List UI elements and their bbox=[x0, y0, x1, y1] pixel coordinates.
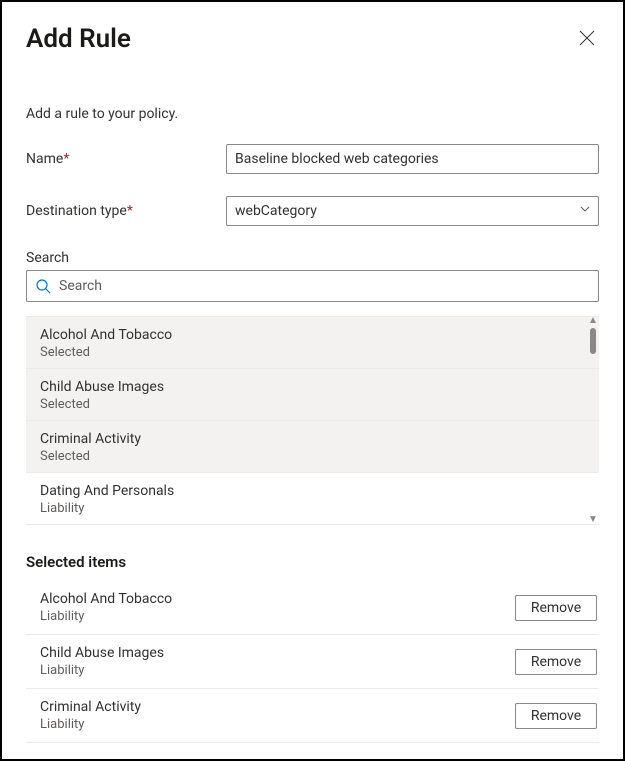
result-sub: Selected bbox=[40, 449, 585, 464]
remove-button[interactable]: Remove bbox=[515, 595, 597, 621]
results-region: Alcohol And Tobacco Selected Child Abuse… bbox=[26, 316, 599, 525]
name-input[interactable] bbox=[226, 144, 599, 174]
selected-sub: Liability bbox=[40, 663, 164, 678]
scroll-thumb[interactable] bbox=[590, 328, 596, 354]
panel-subtitle: Add a rule to your policy. bbox=[26, 106, 599, 122]
panel-title: Add Rule bbox=[26, 24, 131, 54]
search-box[interactable] bbox=[26, 270, 599, 302]
result-sub: Selected bbox=[40, 345, 585, 360]
result-item[interactable]: Child Abuse Images Selected bbox=[26, 369, 599, 421]
close-icon bbox=[579, 30, 595, 46]
required-indicator: * bbox=[63, 151, 69, 167]
result-name: Child Abuse Images bbox=[40, 379, 585, 395]
result-item[interactable]: Alcohol And Tobacco Selected bbox=[26, 317, 599, 369]
result-name: Dating And Personals bbox=[40, 483, 585, 499]
search-icon bbox=[35, 278, 51, 294]
result-sub: Liability bbox=[40, 501, 585, 516]
add-rule-panel: Add Rule Add a rule to your policy. Name… bbox=[0, 0, 625, 761]
selected-heading: Selected items bbox=[26, 553, 599, 571]
selected-name: Alcohol And Tobacco bbox=[40, 591, 172, 607]
name-row: Name* bbox=[26, 144, 599, 174]
result-name: Alcohol And Tobacco bbox=[40, 327, 585, 343]
required-indicator: * bbox=[127, 203, 133, 219]
scroll-up-icon: ▲ bbox=[588, 316, 598, 326]
destination-label: Destination type* bbox=[26, 203, 226, 219]
remove-button[interactable]: Remove bbox=[515, 703, 597, 729]
panel-header: Add Rule bbox=[26, 20, 599, 54]
selected-name: Child Abuse Images bbox=[40, 645, 164, 661]
close-button[interactable] bbox=[575, 26, 599, 50]
destination-row: Destination type* bbox=[26, 196, 599, 226]
destination-select[interactable] bbox=[226, 196, 599, 226]
result-item[interactable]: Dating And Personals Liability bbox=[26, 473, 599, 525]
selected-item: Criminal Activity Liability Remove bbox=[26, 689, 599, 743]
destination-select-wrap bbox=[226, 196, 599, 226]
scroll-down-icon: ▼ bbox=[588, 515, 598, 525]
selected-item: Child Abuse Images Liability Remove bbox=[26, 635, 599, 689]
selected-name: Criminal Activity bbox=[40, 699, 141, 715]
result-name: Criminal Activity bbox=[40, 431, 585, 447]
result-sub: Selected bbox=[40, 397, 585, 412]
search-label: Search bbox=[26, 250, 599, 266]
result-item[interactable]: Criminal Activity Selected bbox=[26, 421, 599, 473]
remove-button[interactable]: Remove bbox=[515, 649, 597, 675]
results-list: Alcohol And Tobacco Selected Child Abuse… bbox=[26, 316, 599, 525]
selected-item: Alcohol And Tobacco Liability Remove bbox=[26, 581, 599, 635]
selected-list: Alcohol And Tobacco Liability Remove Chi… bbox=[26, 581, 599, 743]
results-scrollbar[interactable]: ▲ ▼ bbox=[587, 316, 599, 525]
name-label: Name* bbox=[26, 151, 226, 167]
search-input[interactable] bbox=[51, 277, 590, 295]
selected-sub: Liability bbox=[40, 609, 172, 624]
selected-sub: Liability bbox=[40, 717, 141, 732]
